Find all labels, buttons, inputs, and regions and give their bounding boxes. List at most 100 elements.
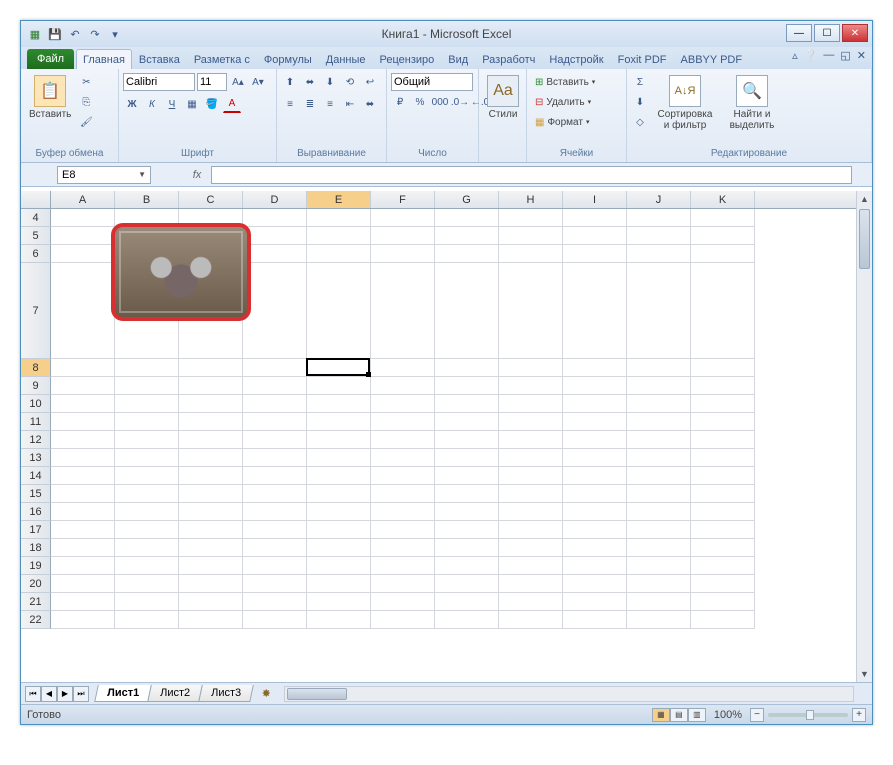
cell-K12[interactable]	[691, 431, 755, 449]
cell-I14[interactable]	[563, 467, 627, 485]
sheet-nav-last[interactable]: ⏭	[73, 686, 89, 702]
cell-D6[interactable]	[243, 245, 307, 263]
cell-G12[interactable]	[435, 431, 499, 449]
cell-G20[interactable]	[435, 575, 499, 593]
cell-D21[interactable]	[243, 593, 307, 611]
col-header-B[interactable]: B	[115, 191, 179, 208]
cell-J5[interactable]	[627, 227, 691, 245]
insert-cells-button[interactable]: ⊞Вставить▾	[531, 73, 599, 91]
align-center-button[interactable]: ≣	[301, 95, 319, 113]
cell-E20[interactable]	[307, 575, 371, 593]
cell-G16[interactable]	[435, 503, 499, 521]
cell-B17[interactable]	[115, 521, 179, 539]
tab-home[interactable]: Главная	[76, 49, 132, 69]
cell-K8[interactable]	[691, 359, 755, 377]
cell-D10[interactable]	[243, 395, 307, 413]
find-select-button[interactable]: 🔍 Найти и выделить	[721, 73, 783, 133]
view-normal-button[interactable]: ▦	[652, 708, 670, 722]
cell-I8[interactable]	[563, 359, 627, 377]
cell-E17[interactable]	[307, 521, 371, 539]
cell-H5[interactable]	[499, 227, 563, 245]
cell-J7[interactable]	[627, 263, 691, 359]
cell-A18[interactable]	[51, 539, 115, 557]
cell-C15[interactable]	[179, 485, 243, 503]
cell-H4[interactable]	[499, 209, 563, 227]
sheet-nav-next[interactable]: ▶	[57, 686, 73, 702]
row-header-6[interactable]: 6	[21, 245, 51, 263]
cell-E18[interactable]	[307, 539, 371, 557]
cell-I22[interactable]	[563, 611, 627, 629]
row-header-5[interactable]: 5	[21, 227, 51, 245]
row-header-19[interactable]: 19	[21, 557, 51, 575]
tab-data[interactable]: Данные	[319, 49, 373, 69]
cell-A10[interactable]	[51, 395, 115, 413]
cell-G21[interactable]	[435, 593, 499, 611]
cell-G7[interactable]	[435, 263, 499, 359]
cell-E22[interactable]	[307, 611, 371, 629]
view-pagebreak-button[interactable]: ▥	[688, 708, 706, 722]
cell-K19[interactable]	[691, 557, 755, 575]
redo-icon[interactable]: ↷	[87, 26, 103, 42]
cell-G11[interactable]	[435, 413, 499, 431]
cell-B22[interactable]	[115, 611, 179, 629]
cell-A17[interactable]	[51, 521, 115, 539]
help-icon[interactable]: ❔	[804, 49, 818, 62]
format-painter-button[interactable]: 🖌	[77, 113, 95, 131]
fx-button[interactable]: fx	[187, 169, 207, 181]
maximize-button[interactable]: ☐	[814, 24, 840, 42]
cell-F14[interactable]	[371, 467, 435, 485]
cell-A11[interactable]	[51, 413, 115, 431]
minimize-button[interactable]: —	[786, 24, 812, 42]
currency-button[interactable]: ₽	[391, 93, 409, 111]
row-header-9[interactable]: 9	[21, 377, 51, 395]
col-header-G[interactable]: G	[435, 191, 499, 208]
cut-button[interactable]: ✂	[77, 73, 95, 91]
cell-F13[interactable]	[371, 449, 435, 467]
cell-I18[interactable]	[563, 539, 627, 557]
cell-D13[interactable]	[243, 449, 307, 467]
cell-B14[interactable]	[115, 467, 179, 485]
cell-A12[interactable]	[51, 431, 115, 449]
close-button[interactable]: ✕	[842, 24, 868, 42]
cell-C21[interactable]	[179, 593, 243, 611]
cell-K16[interactable]	[691, 503, 755, 521]
tab-foxit[interactable]: Foxit PDF	[611, 49, 674, 69]
cell-E15[interactable]	[307, 485, 371, 503]
row-header-21[interactable]: 21	[21, 593, 51, 611]
cell-E13[interactable]	[307, 449, 371, 467]
cell-K21[interactable]	[691, 593, 755, 611]
font-size-select[interactable]	[197, 73, 227, 91]
view-pagelayout-button[interactable]: ▤	[670, 708, 688, 722]
cell-G15[interactable]	[435, 485, 499, 503]
align-left-button[interactable]: ≡	[281, 95, 299, 113]
cell-E7[interactable]	[307, 263, 371, 359]
cell-C14[interactable]	[179, 467, 243, 485]
cell-G6[interactable]	[435, 245, 499, 263]
cell-D20[interactable]	[243, 575, 307, 593]
cell-A9[interactable]	[51, 377, 115, 395]
cell-C13[interactable]	[179, 449, 243, 467]
cell-B20[interactable]	[115, 575, 179, 593]
align-right-button[interactable]: ≡	[321, 95, 339, 113]
cell-G17[interactable]	[435, 521, 499, 539]
cell-E8[interactable]	[307, 359, 371, 377]
cell-J19[interactable]	[627, 557, 691, 575]
row-header-13[interactable]: 13	[21, 449, 51, 467]
tab-developer[interactable]: Разработч	[475, 49, 542, 69]
cell-G22[interactable]	[435, 611, 499, 629]
cell-C9[interactable]	[179, 377, 243, 395]
cell-B19[interactable]	[115, 557, 179, 575]
row-header-18[interactable]: 18	[21, 539, 51, 557]
undo-icon[interactable]: ↶	[67, 26, 83, 42]
autosum-button[interactable]: Σ	[631, 73, 649, 91]
cell-C12[interactable]	[179, 431, 243, 449]
increase-decimal-button[interactable]: .0→	[451, 93, 469, 111]
horizontal-scrollbar[interactable]	[284, 686, 854, 702]
cell-C16[interactable]	[179, 503, 243, 521]
scroll-up-icon[interactable]: ▲	[857, 191, 872, 207]
cell-A21[interactable]	[51, 593, 115, 611]
cell-D22[interactable]	[243, 611, 307, 629]
row-header-4[interactable]: 4	[21, 209, 51, 227]
align-middle-button[interactable]: ⬌	[301, 73, 319, 91]
cell-D19[interactable]	[243, 557, 307, 575]
